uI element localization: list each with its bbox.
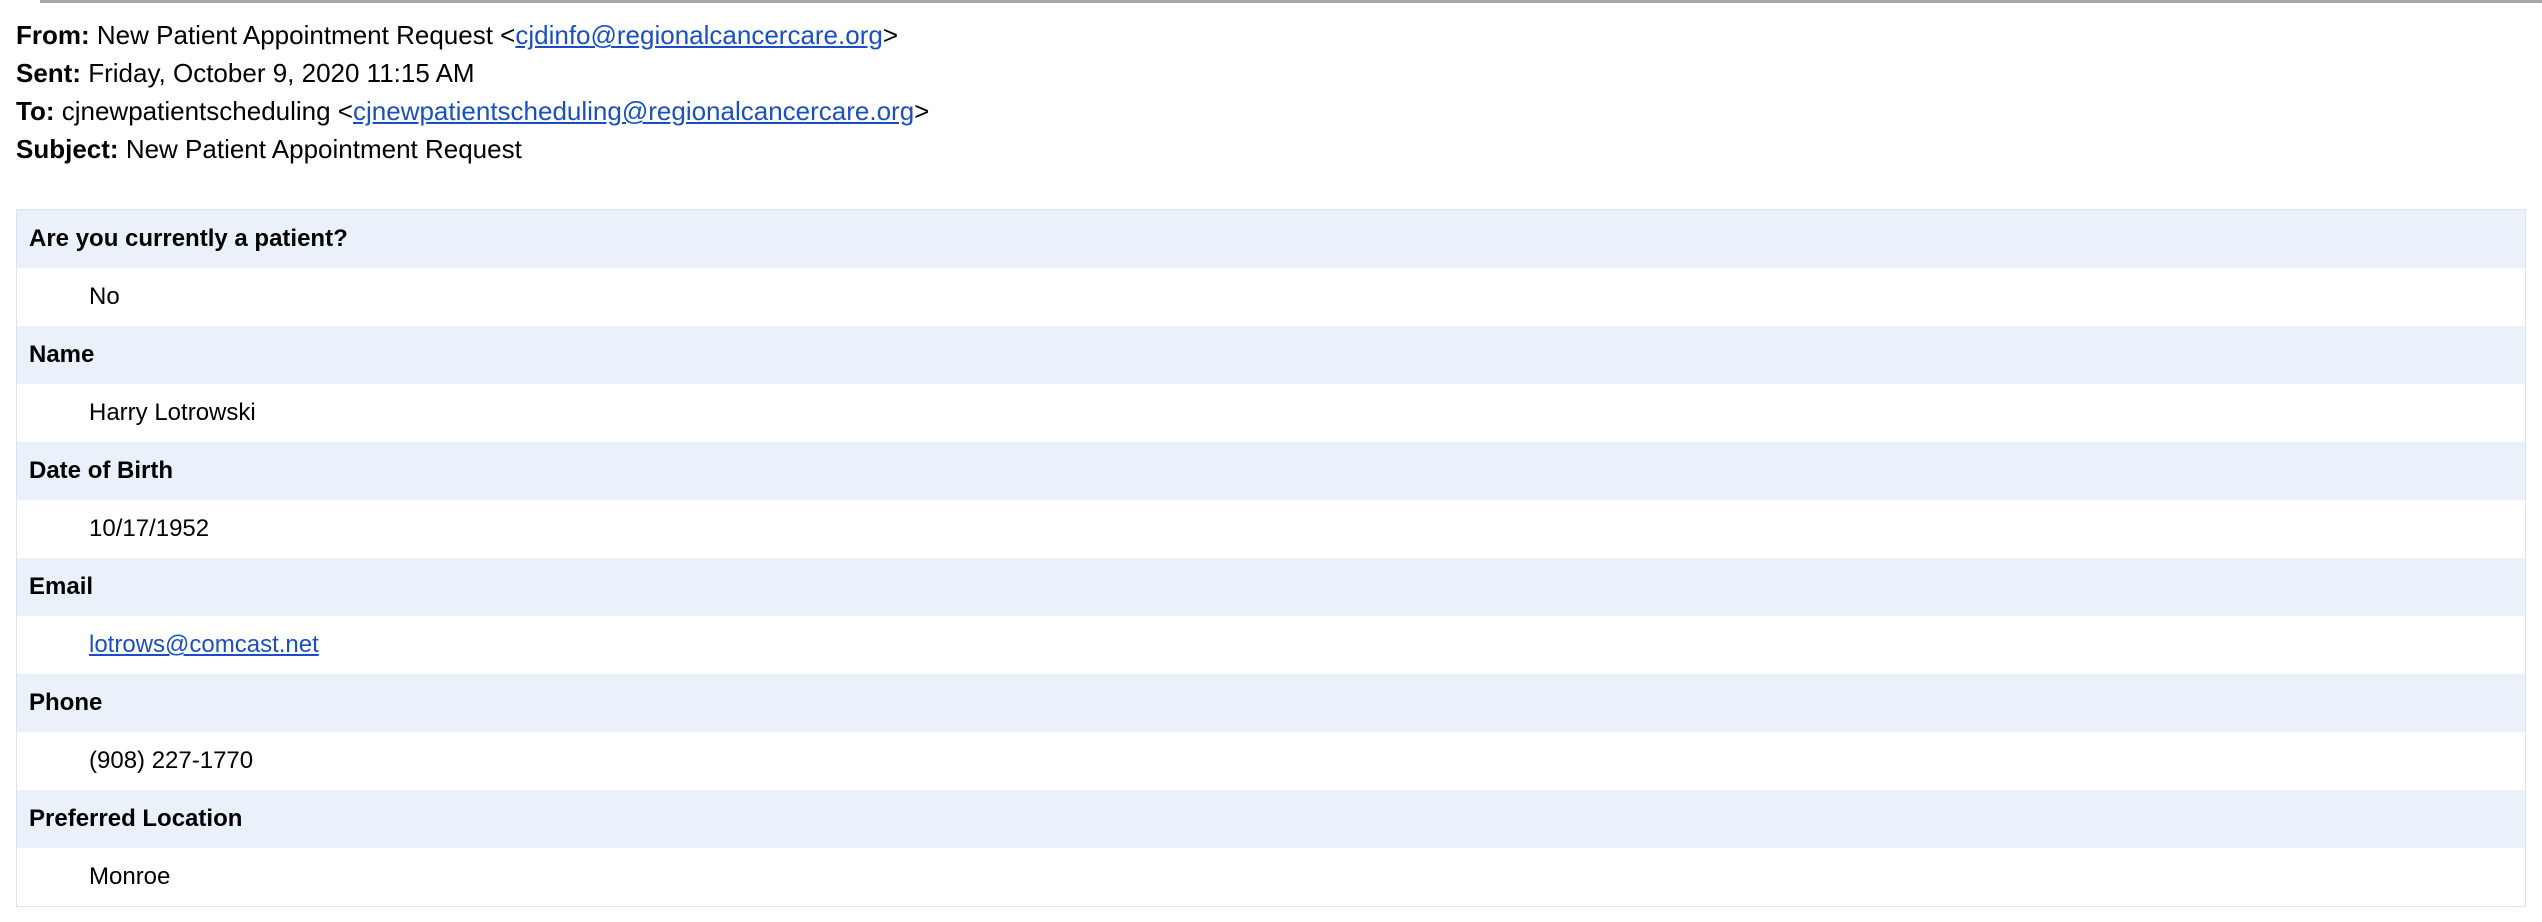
field-label-dob: Date of Birth bbox=[17, 442, 2525, 500]
field-label-email: Email bbox=[17, 558, 2525, 616]
field-value-location: Monroe bbox=[17, 848, 2525, 906]
subject-label: Subject: bbox=[16, 134, 119, 164]
sent-label: Sent: bbox=[16, 58, 81, 88]
form-table: Are you currently a patient? No Name Har… bbox=[16, 209, 2526, 907]
to-name: cjnewpatientscheduling < bbox=[61, 96, 353, 126]
to-line: To: cjnewpatientscheduling <cjnewpatient… bbox=[16, 92, 929, 130]
patient-email-link[interactable]: lotrows@comcast.net bbox=[89, 631, 319, 659]
to-email-link[interactable]: cjnewpatientscheduling@regionalcancercar… bbox=[353, 96, 914, 126]
field-value-name: Harry Lotrowski bbox=[17, 384, 2525, 442]
from-line: From: New Patient Appointment Request <c… bbox=[16, 16, 929, 54]
field-label-phone: Phone bbox=[17, 674, 2525, 732]
sent-line: Sent: Friday, October 9, 2020 11:15 AM bbox=[16, 54, 929, 92]
from-name: New Patient Appointment Request < bbox=[96, 20, 516, 50]
field-value-email-row: lotrows@comcast.net bbox=[17, 616, 2525, 674]
field-label-name: Name bbox=[17, 326, 2525, 384]
field-value-current-patient: No bbox=[17, 268, 2525, 326]
field-value-dob: 10/17/1952 bbox=[17, 500, 2525, 558]
sent-value: Friday, October 9, 2020 11:15 AM bbox=[88, 58, 475, 88]
subject-line: Subject: New Patient Appointment Request bbox=[16, 130, 929, 168]
subject-value: New Patient Appointment Request bbox=[125, 134, 522, 164]
to-close: > bbox=[914, 96, 930, 126]
field-label-location: Preferred Location bbox=[17, 790, 2525, 848]
field-value-phone: (908) 227-1770 bbox=[17, 732, 2525, 790]
to-label: To: bbox=[16, 96, 55, 126]
top-divider bbox=[40, 0, 2542, 3]
from-email-link[interactable]: cjdinfo@regionalcancercare.org bbox=[515, 20, 882, 50]
from-close: > bbox=[882, 20, 899, 50]
email-header: From: New Patient Appointment Request <c… bbox=[16, 16, 929, 168]
from-label: From: bbox=[16, 20, 90, 50]
field-label-current-patient: Are you currently a patient? bbox=[17, 210, 2525, 268]
